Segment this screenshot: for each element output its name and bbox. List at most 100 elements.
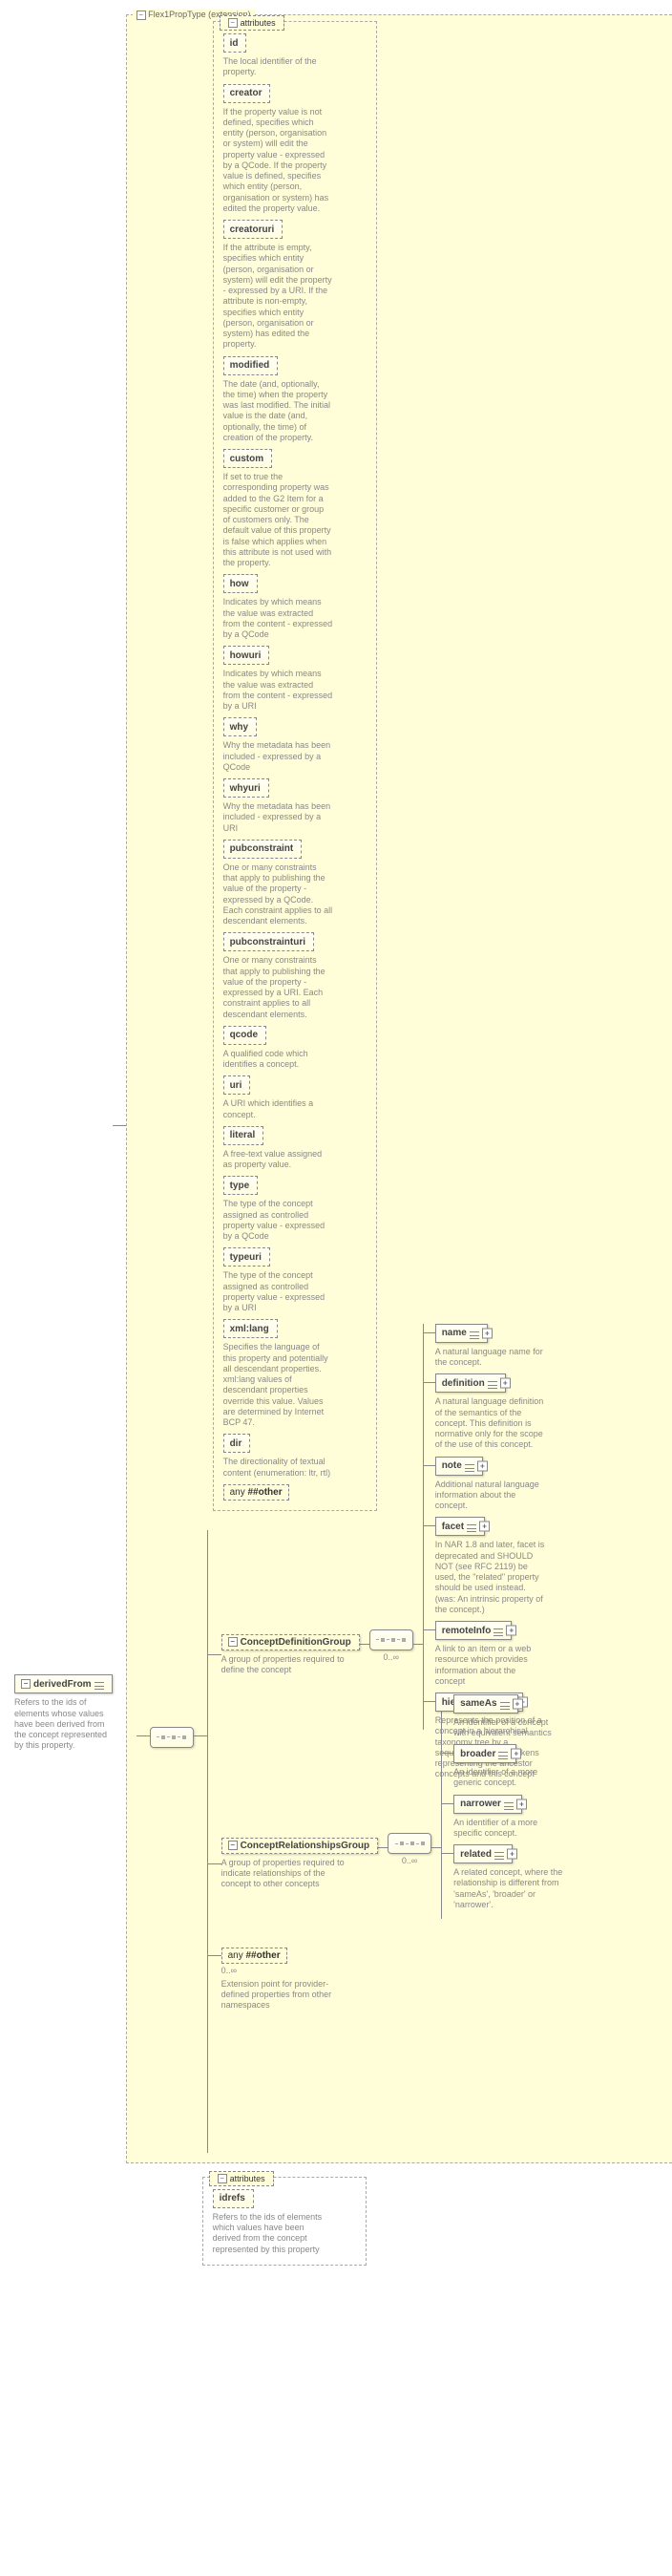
attr-desc: The date (and, optionally, the time) whe… [223,379,333,444]
element-definition[interactable]: definition + [435,1373,506,1393]
extension-frame: − Flex1PropType (extension) − attributes… [126,14,672,2163]
multiline-icon [494,1848,504,1860]
element-facet[interactable]: facet + [435,1517,485,1536]
multiline-icon [470,1328,479,1339]
sequence-connector[interactable] [150,1727,194,1748]
element-broader[interactable]: broader + [453,1744,516,1763]
any2-desc: Extension point for provider-defined pro… [221,1979,346,2012]
attr-desc: If the property value is not defined, sp… [223,107,333,215]
attr-type[interactable]: type [223,1176,259,1195]
attr-how[interactable]: how [223,574,258,593]
attr-pubconstraint[interactable]: pubconstraint [223,840,303,859]
sequence-connector[interactable] [369,1629,413,1650]
multiline-icon [465,1460,474,1472]
element-desc: In NAR 1.8 and later, facet is deprecate… [435,1540,545,1615]
expand-icon[interactable]: + [477,1460,488,1471]
group2-desc: A group of properties required to indica… [221,1858,355,1890]
multiline-icon [494,1625,503,1636]
attr-desc: Specifies the language of this property … [223,1342,333,1428]
multiline-icon [504,1799,514,1810]
attr-desc: The type of the concept assigned as cont… [223,1270,333,1313]
attributes-frame-2: − attributes idrefs Refers to the ids of… [202,2177,367,2266]
expand-icon[interactable]: + [479,1522,490,1532]
diagram-root: − derivedFrom Refers to the ids of eleme… [14,14,658,2266]
collapse-icon[interactable]: − [228,1637,238,1647]
root-element[interactable]: − derivedFrom [14,1674,113,1693]
attr-idrefs[interactable]: idrefs [213,2189,254,2208]
concept-relationships-group[interactable]: − ConceptRelationshipsGroup [221,1838,379,1854]
attr-pubconstrainturi[interactable]: pubconstrainturi [223,932,314,951]
attr-creatoruri[interactable]: creatoruri [223,220,284,239]
attributes-label[interactable]: − attributes [209,2171,274,2186]
any-attribute[interactable]: any ##other [223,1484,289,1501]
attr-dir[interactable]: dir [223,1434,251,1453]
attr-desc: The directionality of textual content (e… [223,1457,333,1479]
multiline-icon [488,1377,497,1389]
attributes-label[interactable]: − attributes [220,15,284,31]
attr-desc: A qualified code which identifies a conc… [223,1049,333,1071]
attr-desc: One or many constraints that apply to pu… [223,955,333,1020]
element-note[interactable]: note + [435,1457,483,1476]
element-desc: A natural language name for the concept. [435,1347,545,1369]
element-desc: Additional natural language information … [435,1480,545,1512]
attr-typeuri[interactable]: typeuri [223,1247,270,1267]
collapse-icon[interactable]: − [21,1679,31,1689]
attr-desc: If the attribute is empty, specifies whi… [223,243,333,351]
attr-xml:lang[interactable]: xml:lang [223,1319,278,1338]
attr-desc: Indicates by which means the value was e… [223,669,333,712]
attr-desc: The local identifier of the property. [223,56,333,78]
sequence-connector[interactable] [388,1833,431,1854]
element-sameAs[interactable]: sameAs + [453,1694,517,1714]
collapse-icon[interactable]: − [228,1841,238,1850]
collapse-icon[interactable]: − [218,2174,227,2183]
attr-desc: A free-text value assigned as property v… [223,1149,333,1171]
attributes-frame-1: − attributes id The local identifier of … [213,21,377,1511]
multiline-icon [94,1678,104,1690]
attr-literal[interactable]: literal [223,1126,264,1145]
element-desc: A natural language definition of the sem… [435,1396,545,1450]
any-other-element[interactable]: any ##other [221,1948,287,1964]
expand-icon[interactable]: + [506,1626,516,1636]
attr-uri[interactable]: uri [223,1075,251,1095]
attr-desc: Why the metadata has been included - exp… [223,801,333,834]
expand-icon[interactable]: + [482,1328,493,1338]
collapse-icon[interactable]: − [136,11,146,20]
attr-id[interactable]: id [223,33,247,53]
expand-icon[interactable]: + [511,1749,521,1759]
multiline-icon [498,1748,508,1759]
occurs: 0..∞ [383,1652,398,1662]
attr-creator[interactable]: creator [223,84,271,103]
group1-desc: A group of properties required to define… [221,1654,355,1676]
attr-why[interactable]: why [223,717,257,736]
attr-desc: Refers to the ids of elements which valu… [213,2212,323,2255]
element-desc: A related concept, where the relationshi… [453,1867,563,1910]
attr-modified[interactable]: modified [223,356,279,375]
attr-desc: If set to true the corresponding propert… [223,472,333,568]
element-name[interactable]: name + [435,1324,488,1343]
expand-icon[interactable]: + [507,1849,517,1860]
attr-qcode[interactable]: qcode [223,1026,266,1045]
element-desc: An identifier of a more generic concept. [453,1767,563,1789]
occurs: 0..∞ [221,1966,237,1975]
attr-desc: Why the metadata has been included - exp… [223,740,333,773]
attr-desc: A URI which identifies a concept. [223,1098,333,1120]
attr-desc: The type of the concept assigned as cont… [223,1199,333,1242]
element-related[interactable]: related + [453,1844,513,1863]
attr-desc: Indicates by which means the value was e… [223,597,333,640]
expand-icon[interactable]: + [516,1799,527,1809]
expand-icon[interactable]: + [500,1378,511,1389]
attr-whyuri[interactable]: whyuri [223,778,269,798]
attr-custom[interactable]: custom [223,449,273,468]
attr-howuri[interactable]: howuri [223,646,270,665]
root-desc: Refers to the ids of elements whose valu… [14,1697,110,1751]
element-remoteInfo[interactable]: remoteInfo + [435,1621,513,1640]
collapse-icon[interactable]: − [228,18,238,28]
occurs: 0..∞ [402,1856,417,1865]
element-narrower[interactable]: narrower + [453,1795,522,1814]
concept-definition-group[interactable]: − ConceptDefinitionGroup [221,1634,360,1650]
multiline-icon [500,1698,510,1710]
element-desc: An identifier of a more specific concept… [453,1818,563,1840]
attr-desc: One or many constraints that apply to pu… [223,862,333,927]
expand-icon[interactable]: + [513,1698,523,1709]
element-desc: An identifier of a concept with equivale… [453,1717,563,1739]
